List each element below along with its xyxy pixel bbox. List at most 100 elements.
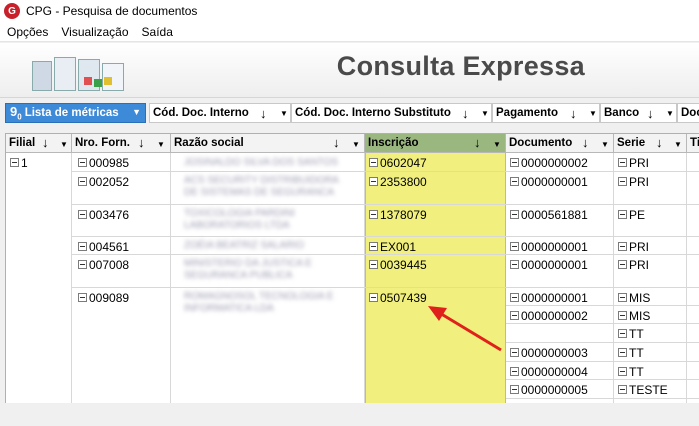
documento-cell[interactable]: 0000000002: [510, 307, 588, 324]
group-col-doc[interactable]: Doc: [677, 103, 699, 123]
group-col-banco[interactable]: Banco ↓ ▼: [600, 103, 677, 123]
sort-arrow-icon[interactable]: ↓: [138, 135, 145, 150]
forn-cell[interactable]: 009089: [78, 289, 129, 306]
serie-cell[interactable]: PRI: [618, 256, 649, 273]
group-col-cod-doc-substituto[interactable]: Cód. Doc. Interno Substituto ↓ ▼: [291, 103, 492, 123]
menu-saida[interactable]: Saída: [135, 25, 179, 39]
collapse-icon[interactable]: [618, 385, 627, 394]
sort-arrow-icon[interactable]: ↓: [582, 135, 589, 150]
inscricao-cell[interactable]: 1378079: [369, 206, 427, 223]
collapse-icon[interactable]: [618, 293, 627, 302]
sort-arrow-icon[interactable]: ↓: [260, 106, 267, 121]
serie-cell[interactable]: PRI: [618, 238, 649, 255]
collapse-icon[interactable]: [618, 329, 627, 338]
inscricao-cell[interactable]: 0507439: [369, 289, 427, 306]
documento-cell[interactable]: 0000000001: [510, 289, 588, 306]
documento-cell[interactable]: 0000000004: [510, 363, 588, 380]
documento-cell[interactable]: 0000000001: [510, 256, 588, 273]
header-nro-forn[interactable]: Nro. Forn. ↓ ▼: [72, 134, 171, 153]
collapse-icon[interactable]: [369, 177, 378, 186]
collapse-icon[interactable]: [369, 158, 378, 167]
chevron-down-icon[interactable]: ▼: [352, 140, 360, 149]
serie-cell[interactable]: TESTE: [618, 381, 668, 398]
collapse-icon[interactable]: [618, 311, 627, 320]
collapse-icon[interactable]: [78, 293, 87, 302]
collapse-icon[interactable]: [510, 210, 519, 219]
collapse-icon[interactable]: [510, 293, 519, 302]
serie-cell[interactable]: PE: [618, 206, 645, 223]
collapse-icon[interactable]: [78, 260, 87, 269]
forn-cell[interactable]: 003476: [78, 206, 129, 223]
documento-cell[interactable]: 0000000005: [510, 381, 588, 398]
collapse-icon[interactable]: [510, 311, 519, 320]
serie-cell[interactable]: PRI: [618, 173, 649, 190]
chevron-down-icon[interactable]: ▼: [157, 140, 165, 149]
forn-cell[interactable]: 004561: [78, 238, 129, 255]
chevron-down-icon[interactable]: ▼: [674, 140, 682, 149]
chevron-down-icon[interactable]: ▼: [589, 109, 597, 118]
header-razao-social[interactable]: Razão social ↓ ▼: [171, 134, 365, 153]
chevron-down-icon[interactable]: ▼: [60, 140, 68, 149]
collapse-icon[interactable]: [618, 242, 627, 251]
collapse-icon[interactable]: [618, 348, 627, 357]
collapse-icon[interactable]: [78, 177, 87, 186]
serie-cell[interactable]: TT: [618, 344, 644, 361]
sort-arrow-icon[interactable]: ↓: [474, 135, 481, 150]
group-col-cod-doc-interno[interactable]: Cód. Doc. Interno ↓ ▼: [149, 103, 291, 123]
documento-cell[interactable]: 0000000001: [510, 173, 588, 190]
collapse-icon[interactable]: [618, 158, 627, 167]
collapse-icon[interactable]: [510, 367, 519, 376]
documento-cell[interactable]: 0000000003: [510, 344, 588, 361]
serie-cell[interactable]: PRI: [618, 154, 649, 171]
sort-arrow-icon[interactable]: ↓: [333, 135, 340, 150]
chevron-down-icon[interactable]: ▼: [493, 140, 501, 149]
collapse-icon[interactable]: [510, 158, 519, 167]
metrics-list-button[interactable]: 90 Lista de métricas ▼: [5, 103, 146, 123]
collapse-icon[interactable]: [618, 260, 627, 269]
chevron-down-icon[interactable]: ▼: [601, 140, 609, 149]
collapse-icon[interactable]: [369, 293, 378, 302]
group-col-pagamento[interactable]: Pagamento ↓ ▼: [492, 103, 600, 123]
collapse-icon[interactable]: [510, 348, 519, 357]
chevron-down-icon[interactable]: ▼: [280, 109, 288, 118]
sort-arrow-icon[interactable]: ↓: [462, 106, 469, 121]
collapse-icon[interactable]: [618, 210, 627, 219]
header-documento[interactable]: Documento ↓ ▼: [506, 134, 614, 153]
menu-visualizacao[interactable]: Visualização: [54, 25, 134, 39]
collapse-icon[interactable]: [369, 210, 378, 219]
collapse-icon[interactable]: [10, 158, 19, 167]
documento-cell[interactable]: 0000000002: [510, 154, 588, 171]
collapse-icon[interactable]: [510, 260, 519, 269]
menu-opcoes[interactable]: Opções: [0, 25, 54, 39]
filial-cell[interactable]: 1: [10, 154, 28, 171]
inscricao-cell[interactable]: 0602047: [369, 154, 427, 171]
forn-cell[interactable]: 007008: [78, 256, 129, 273]
collapse-icon[interactable]: [510, 385, 519, 394]
collapse-icon[interactable]: [369, 260, 378, 269]
chevron-down-icon[interactable]: ▼: [481, 109, 489, 118]
serie-cell[interactable]: MIS: [618, 289, 650, 306]
sort-arrow-icon[interactable]: ↓: [656, 135, 663, 150]
collapse-icon[interactable]: [78, 210, 87, 219]
documento-cell[interactable]: 0000561881: [510, 206, 588, 223]
serie-cell[interactable]: TT: [618, 363, 644, 380]
sort-arrow-icon[interactable]: ↓: [570, 106, 577, 121]
serie-cell[interactable]: TT: [618, 325, 644, 342]
forn-cell[interactable]: 000985: [78, 154, 129, 171]
collapse-icon[interactable]: [369, 242, 378, 251]
inscricao-cell[interactable]: 2353800: [369, 173, 427, 190]
sort-arrow-icon[interactable]: ↓: [42, 135, 49, 150]
header-ti[interactable]: Ti: [687, 134, 699, 153]
collapse-icon[interactable]: [510, 177, 519, 186]
inscricao-cell[interactable]: EX001: [369, 238, 416, 255]
collapse-icon[interactable]: [78, 242, 87, 251]
inscricao-cell[interactable]: 0039445: [369, 256, 427, 273]
header-serie[interactable]: Serie ↓ ▼: [614, 134, 687, 153]
collapse-icon[interactable]: [510, 242, 519, 251]
collapse-icon[interactable]: [78, 158, 87, 167]
chevron-down-icon[interactable]: ▼: [666, 109, 674, 118]
collapse-icon[interactable]: [618, 367, 627, 376]
collapse-icon[interactable]: [618, 177, 627, 186]
sort-arrow-icon[interactable]: ↓: [647, 106, 654, 121]
documento-cell[interactable]: 0000000001: [510, 238, 588, 255]
